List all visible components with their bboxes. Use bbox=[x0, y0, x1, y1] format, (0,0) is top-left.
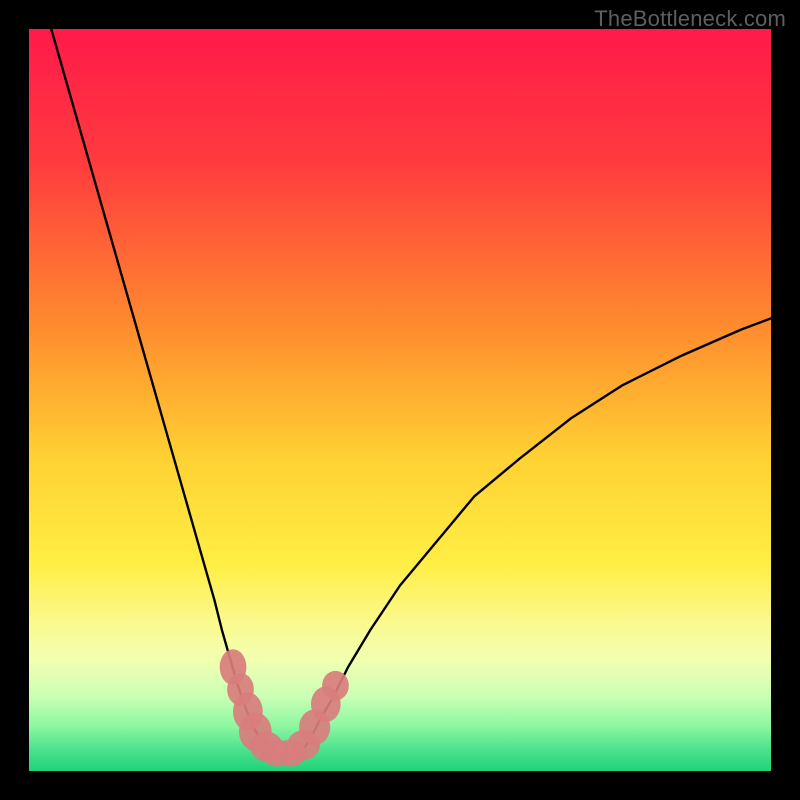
curve-marker bbox=[322, 671, 349, 701]
plot-area bbox=[29, 29, 771, 771]
chart-outer: TheBottleneck.com bbox=[0, 0, 800, 800]
gradient-background bbox=[29, 29, 771, 771]
watermark-text: TheBottleneck.com bbox=[594, 6, 786, 32]
chart-svg bbox=[29, 29, 771, 771]
